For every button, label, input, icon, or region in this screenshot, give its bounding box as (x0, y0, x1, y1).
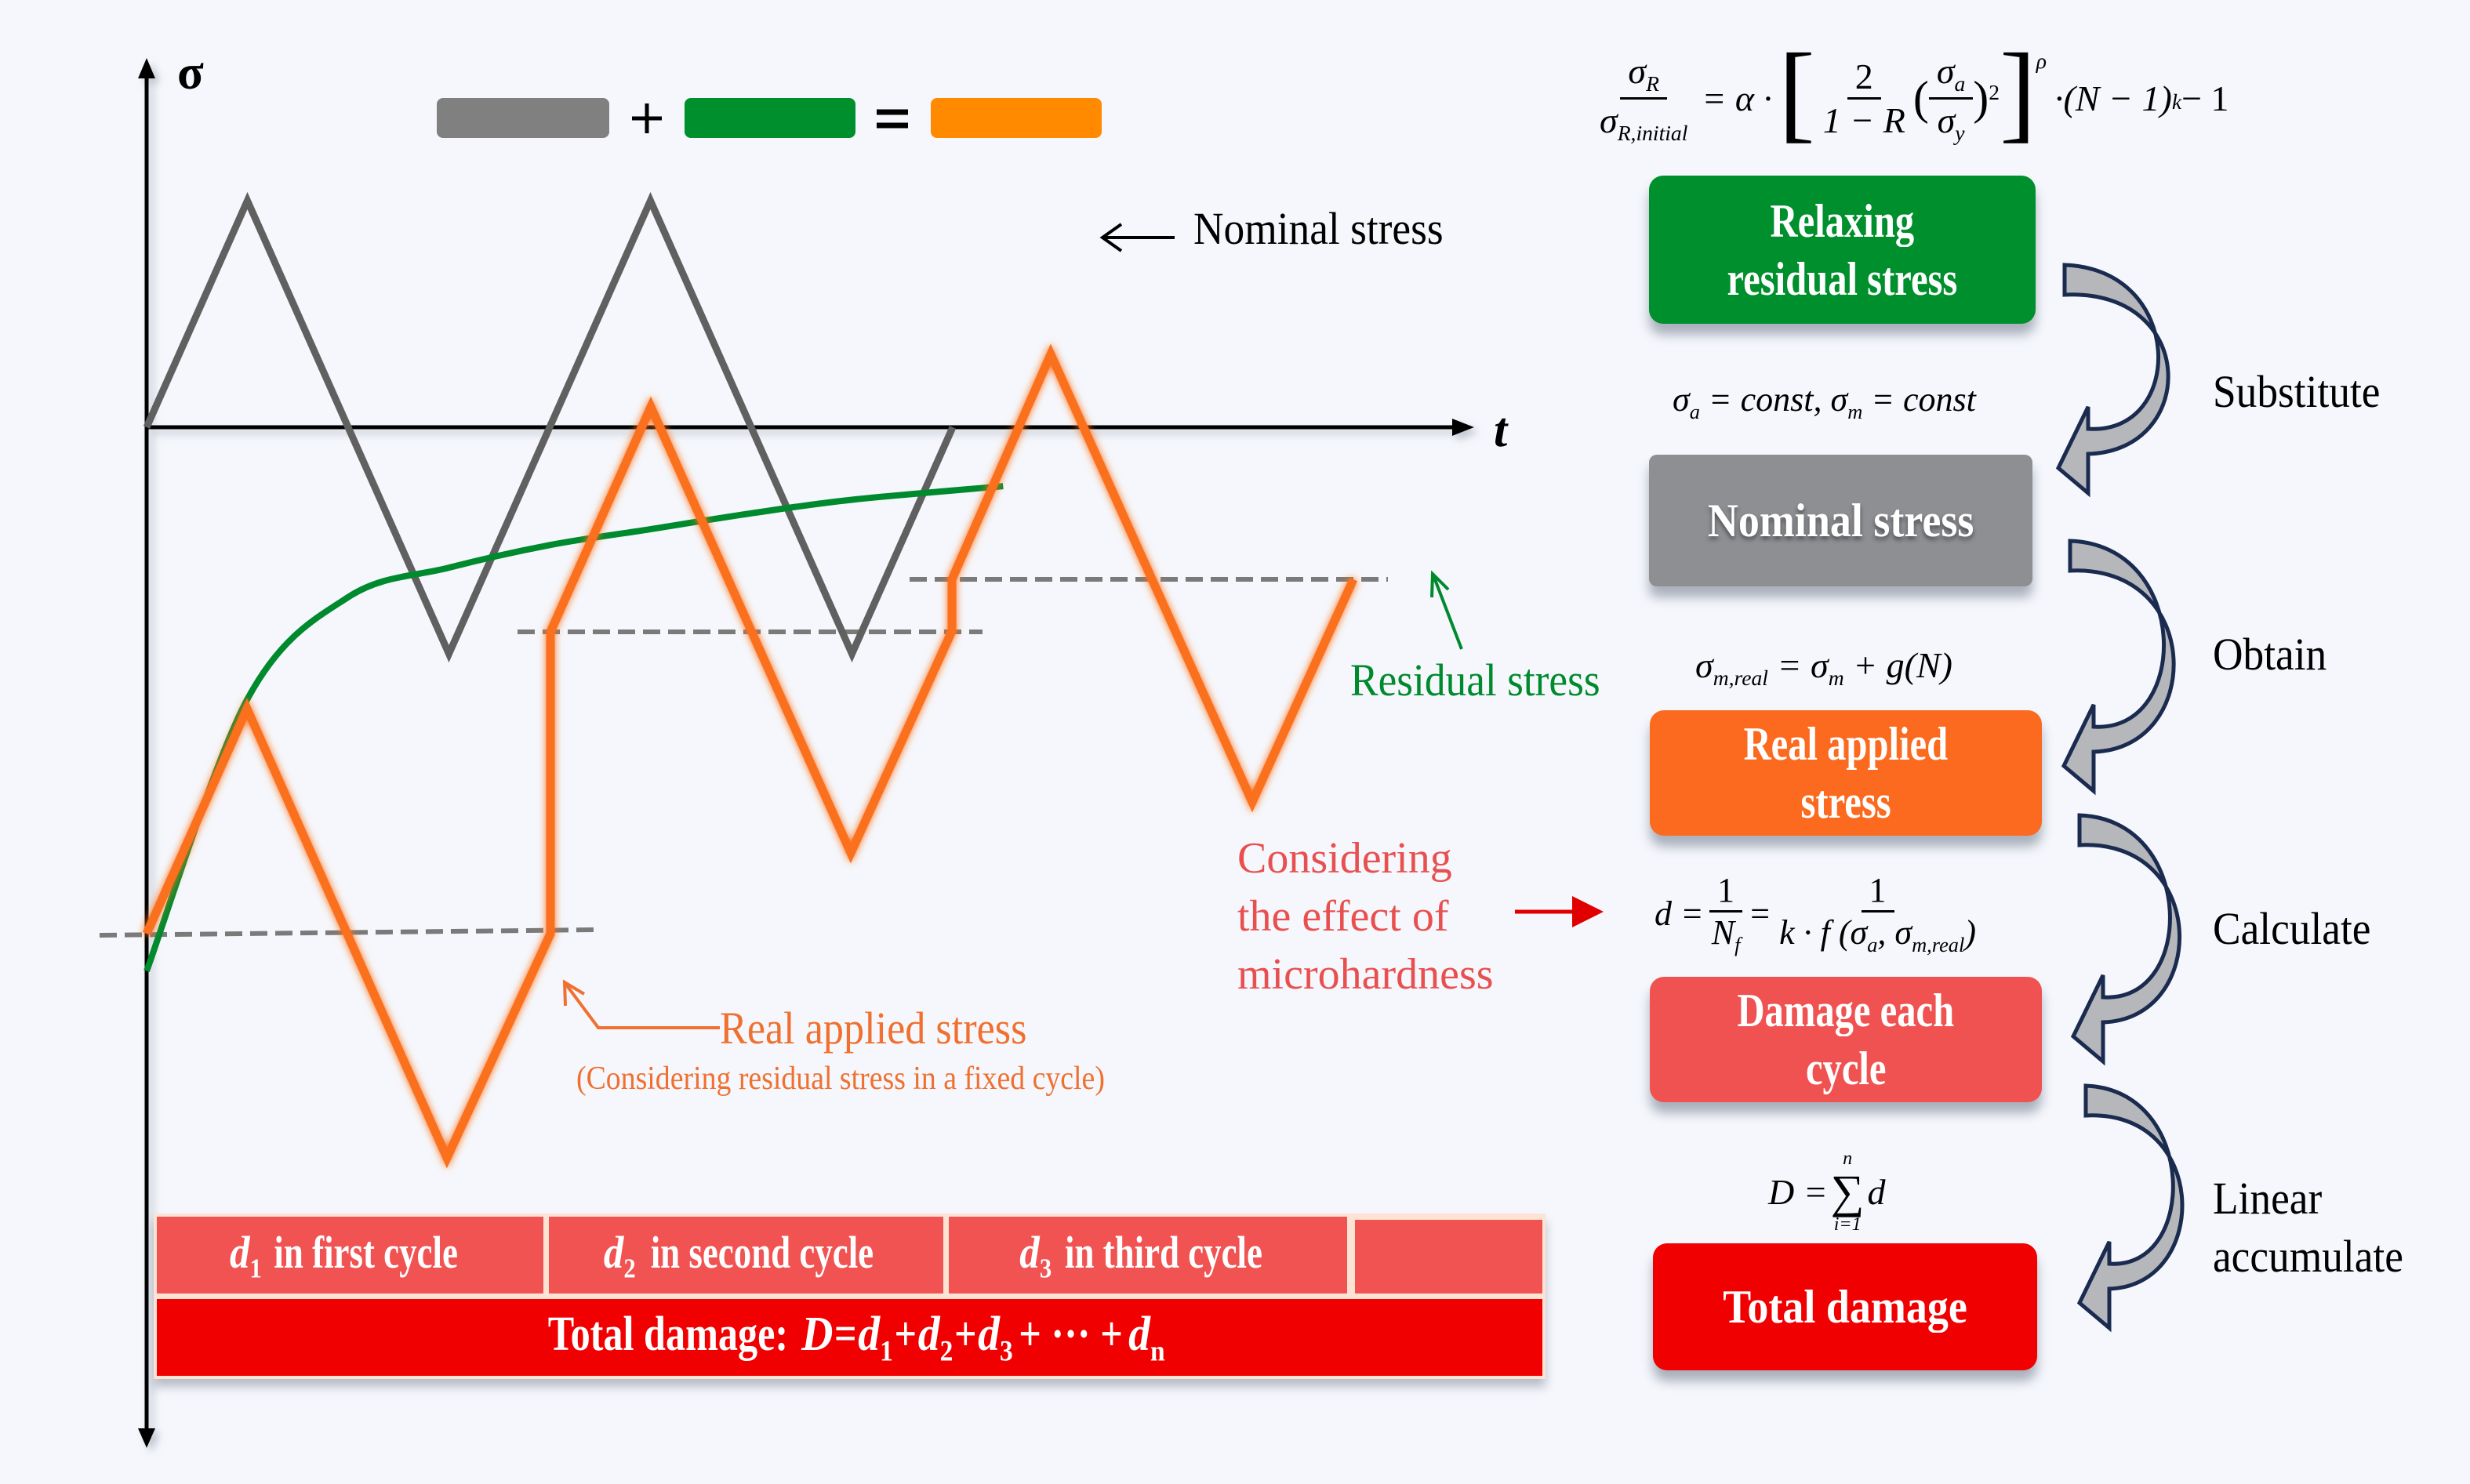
substitute-arrow-icon (2055, 263, 2170, 498)
constant-stress-formula: σa = const, σm = const (1673, 380, 1976, 423)
legend-nominal-swatch (437, 98, 609, 138)
y-axis-arrow-up-icon (138, 58, 155, 78)
residual-stress-label: Residual stress (1350, 655, 1600, 706)
cycle-cell-3: d3 in third cycle (949, 1217, 1347, 1294)
linear-accumulate-arrow-icon (2076, 1083, 2185, 1333)
calculate-arrow-icon (2070, 813, 2181, 1066)
real-applied-stress-box: Real applied stress (1650, 710, 2042, 836)
step-linear-line-2: accumulate (2213, 1231, 2403, 1282)
damage-each-cycle-box: Damage each cycle (1650, 977, 2042, 1102)
y-axis-arrow-down-icon (138, 1428, 155, 1448)
real-applied-stress-label: Real applied stress (720, 1003, 1027, 1054)
total-damage-row: Total damage: D= d1+ d2 + d3 + ··· + dn (157, 1299, 1542, 1376)
residual-stress-curve (143, 483, 1004, 972)
real-pointer-arrow-icon (562, 979, 720, 1029)
step-substitute: Substitute (2213, 366, 2381, 417)
legend-plus-icon (632, 103, 662, 133)
relax-lhs-fraction: σR σR,initial (1600, 51, 1688, 145)
step-linear-accumulate: Linear accumulate (2213, 1170, 2403, 1286)
total-damage-box: Total damage (1653, 1243, 2037, 1370)
cycle-cell-1: d1 in first cycle (157, 1217, 543, 1294)
x-axis-label: t (1494, 404, 1508, 457)
nominal-stress-box: Nominal stress (1649, 455, 2032, 586)
sum-formula: D = n ∑ i=1 d (1768, 1148, 1886, 1235)
legend-equals-icon (877, 109, 908, 129)
legend-residual-swatch (685, 98, 855, 138)
microhardness-note-line-2: the effect of (1237, 892, 1449, 941)
microhardness-note-line-1: Considering (1237, 834, 1452, 883)
legend-real-swatch (931, 98, 1102, 138)
residual-pointer-arrow-icon (1430, 570, 1463, 650)
cycle-cell-2: d2 in second cycle (549, 1217, 943, 1294)
y-axis-label: σ (177, 46, 204, 100)
step-obtain: Obtain (2213, 629, 2327, 680)
obtain-arrow-icon (2061, 539, 2176, 796)
step-calculate: Calculate (2213, 903, 2371, 954)
microhardness-note-line-3: microhardness (1237, 950, 1494, 999)
flow-arrows (2055, 263, 2185, 1333)
step-linear-line-1: Linear (2213, 1173, 2323, 1224)
x-axis-arrow-icon (1452, 419, 1474, 436)
real-mean-stress-formula: σm,real = σm + g(N) (1695, 645, 1952, 691)
microhardness-note: Considering the effect of microhardness (1237, 829, 1494, 1003)
damage-formula: d = 1 Nf = 1k · f (σa, σm,real) (1655, 871, 1976, 956)
cycle-cell-more (1355, 1220, 1542, 1294)
relaxation-formula: σR σR,initial = α · [ 21 − R ( σa σy ) 2 ]… (1592, 38, 2229, 147)
nominal-pointer-arrow-icon (1099, 223, 1175, 252)
relaxing-residual-stress-box: Relaxing residual stress (1649, 176, 2036, 324)
real-applied-stress-note: (Considering residual stress in a fixed … (576, 1061, 1105, 1097)
damage-table: d1 in first cycle d2 in second cycle d3 … (154, 1214, 1546, 1379)
nominal-stress-label: Nominal stress (1193, 203, 1444, 254)
